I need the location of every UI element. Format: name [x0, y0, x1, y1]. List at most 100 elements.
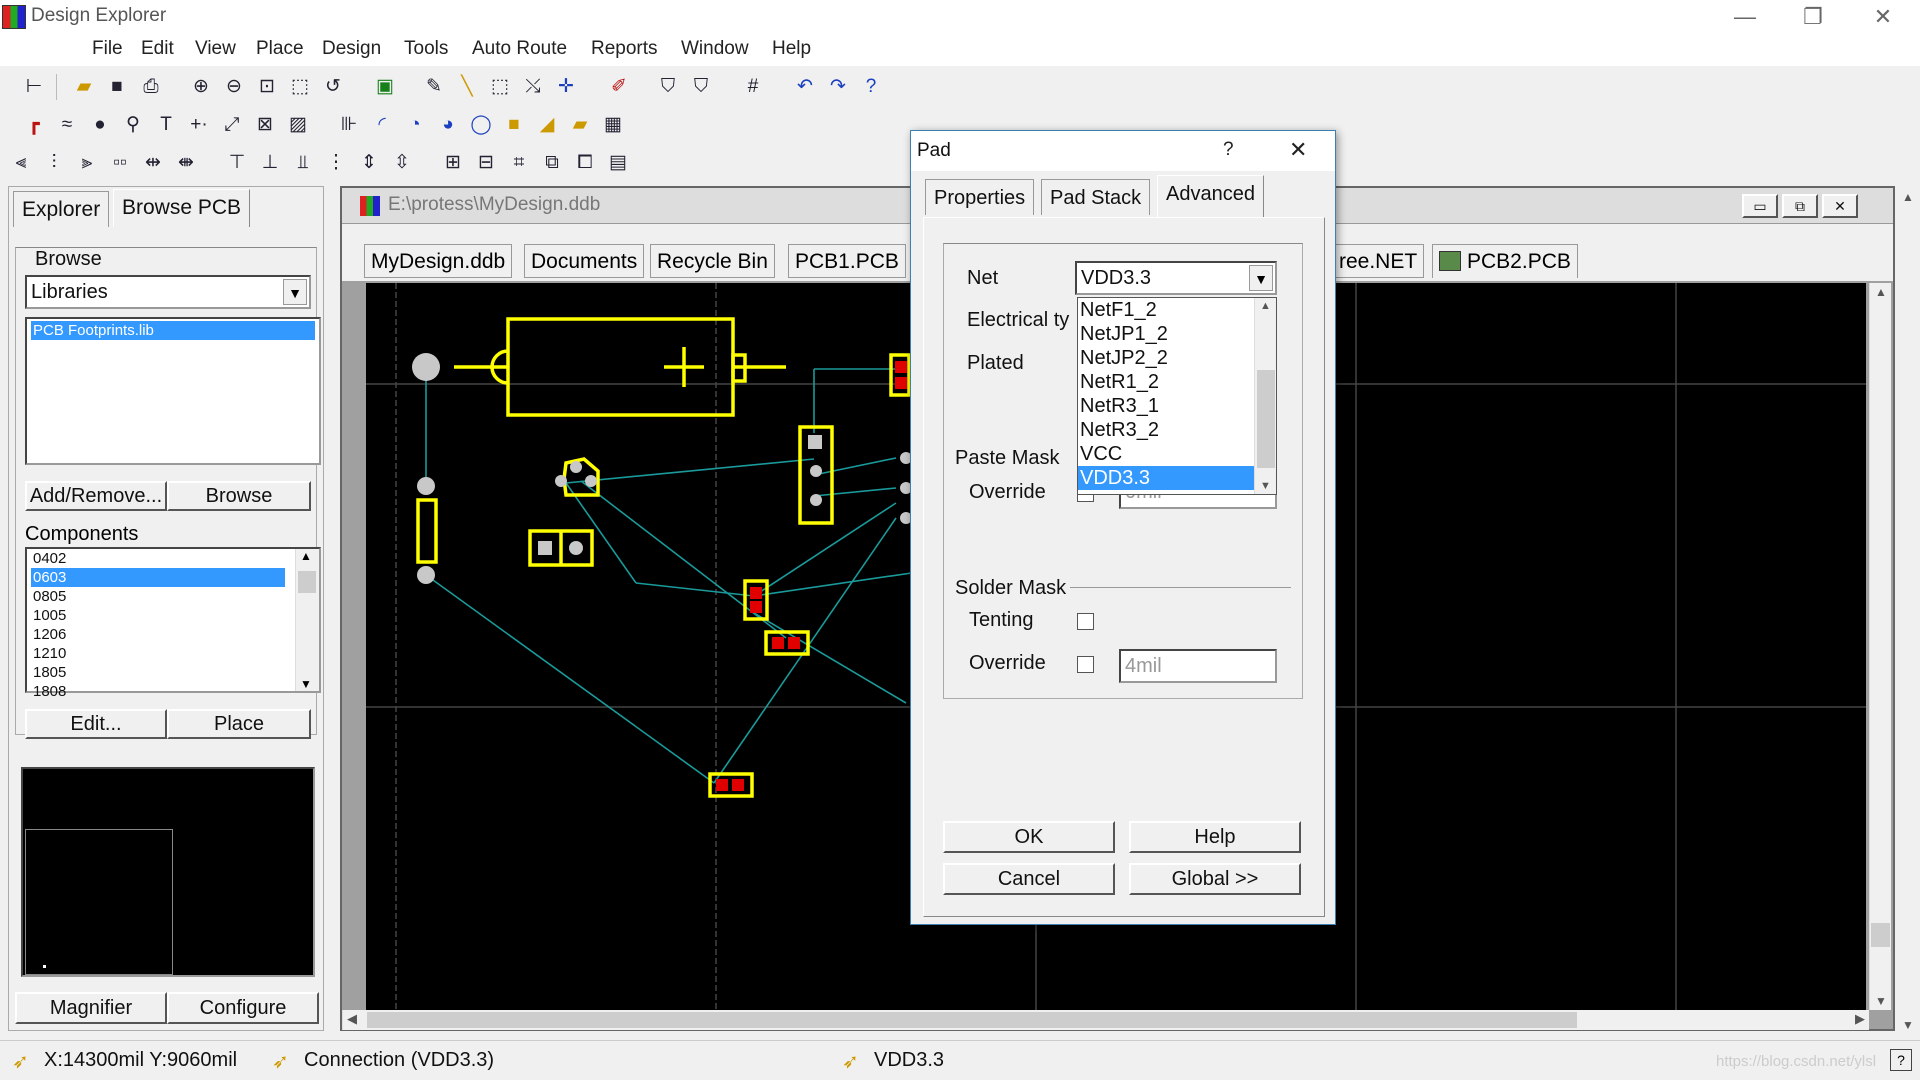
align-bottom-icon[interactable]: ⫫ [290, 150, 316, 176]
list-item[interactable]: NetR3_2 [1080, 418, 1159, 442]
fill-icon[interactable]: ▨ [285, 112, 311, 138]
circle-icon[interactable]: ◯ [468, 112, 494, 138]
menu-tools[interactable]: Tools [404, 38, 448, 60]
magnifier-button[interactable]: Magnifier [15, 992, 167, 1024]
list-item[interactable]: 0805 [31, 587, 287, 606]
zoom-area-icon[interactable]: ⬚ [287, 74, 313, 100]
list-item[interactable]: NetR1_2 [1080, 370, 1159, 394]
cancel-button[interactable]: Cancel [943, 863, 1115, 895]
group-icon[interactable]: ⧉ [539, 150, 565, 176]
tree-icon[interactable]: ⊢ [21, 74, 47, 100]
browse-select[interactable]: Libraries ▼ [25, 275, 311, 309]
close-button[interactable]: ✕ [1848, 0, 1918, 34]
tenting-checkbox[interactable] [1077, 613, 1094, 630]
scroll-down-icon[interactable]: ▼ [1875, 994, 1887, 1008]
menu-view[interactable]: View [195, 38, 236, 60]
split-plane-icon[interactable]: ▰ [567, 112, 593, 138]
list-item[interactable]: NetR3_1 [1080, 394, 1159, 418]
zoom-in-icon[interactable]: ⊕ [188, 74, 214, 100]
ok-button[interactable]: OK [943, 821, 1115, 853]
scroll-thumb[interactable] [1257, 370, 1275, 468]
solder-override-checkbox[interactable] [1077, 656, 1094, 673]
move-grid-icon[interactable]: ⌗ [506, 150, 532, 176]
scroll-right-icon[interactable]: ▶ [1855, 1011, 1865, 1027]
scroll-up-icon[interactable]: ▲ [1875, 285, 1887, 299]
arrange-rect-icon[interactable]: ⊟ [473, 150, 499, 176]
configure-button[interactable]: Configure [167, 992, 319, 1024]
track-icon[interactable]: ┏ [21, 112, 47, 138]
arc-edge-icon[interactable]: ◔ [402, 112, 428, 138]
doc-restore-button[interactable]: ⧉ [1782, 194, 1818, 218]
fill-rect-icon[interactable]: ■ [501, 112, 527, 138]
distribute-h-icon[interactable]: ▫▫ [107, 150, 133, 176]
tab-documents[interactable]: Documents [524, 244, 645, 278]
grid-icon[interactable]: # [740, 74, 766, 100]
cross-probe-icon[interactable]: ✎ [421, 74, 447, 100]
scroll-up-icon[interactable]: ▲ [300, 549, 312, 563]
tab-pcb1[interactable]: PCB1.PCB [788, 244, 906, 278]
scroll-down-icon[interactable]: ▼ [300, 677, 312, 691]
menu-design[interactable]: Design [322, 38, 381, 60]
list-item[interactable]: NetJP1_2 [1080, 322, 1168, 346]
menu-edit[interactable]: Edit [141, 38, 174, 60]
list-item[interactable]: NetF1_2 [1080, 298, 1157, 322]
menu-auto-route[interactable]: Auto Route [472, 38, 567, 60]
scroll-thumb[interactable] [1871, 923, 1890, 947]
list-item[interactable]: 1808 [31, 682, 287, 701]
dimension-icon[interactable]: ⤢ [219, 112, 245, 138]
list-item[interactable]: 1210 [31, 644, 287, 663]
select-area-icon[interactable]: ⬚ [487, 74, 513, 100]
menu-window[interactable]: Window [681, 38, 749, 60]
dialog-close-button[interactable]: ✕ [1289, 137, 1307, 163]
dialog-help-button[interactable]: ? [1223, 139, 1234, 161]
status-help-icon[interactable]: ? [1890, 1049, 1912, 1071]
help-button[interactable]: Help [1129, 821, 1301, 853]
menu-file[interactable]: File [92, 38, 123, 60]
undo-icon[interactable]: ↶ [792, 74, 818, 100]
vspacing-inc-icon[interactable]: ⇕ [356, 150, 382, 176]
edit-button[interactable]: Edit... [25, 709, 167, 739]
ungroup-icon[interactable]: ⧠ [572, 150, 598, 176]
list-item[interactable]: PCB Footprints.lib [31, 321, 315, 340]
zoom-fit-icon[interactable]: ⊡ [254, 74, 280, 100]
tab-tree-net[interactable]: ree.NET [1332, 244, 1425, 278]
arc-center-icon[interactable]: ◜ [369, 112, 395, 138]
pcb-vertical-scrollbar[interactable]: ▲ ▼ [1869, 283, 1891, 1010]
list-item[interactable]: 1206 [31, 625, 287, 644]
tab-pad-stack[interactable]: Pad Stack [1041, 179, 1151, 215]
deselect-icon[interactable]: ⤯ [520, 74, 546, 100]
spacing-inc-icon[interactable]: ⇹ [140, 150, 166, 176]
net-dropdown-list[interactable]: NetF1_2 NetJP1_2 NetJP2_2 NetR1_2 NetR3_… [1077, 297, 1277, 495]
scroll-down-icon[interactable]: ▼ [1902, 1018, 1914, 1032]
tab-recycle-bin[interactable]: Recycle Bin [650, 244, 775, 278]
zoom-out-icon[interactable]: ⊖ [221, 74, 247, 100]
tab-advanced[interactable]: Advanced [1157, 175, 1264, 217]
coordinate-icon[interactable]: +· [186, 112, 212, 138]
text-icon[interactable]: T [153, 112, 179, 138]
scroll-thumb[interactable] [298, 571, 316, 593]
via-icon[interactable]: ⚲ [120, 112, 146, 138]
board-icon[interactable]: ▣ [372, 74, 398, 100]
line-icon[interactable]: ≈ [54, 112, 80, 138]
list-item[interactable]: 1005 [31, 606, 287, 625]
components-scrollbar[interactable]: ▲ ▼ [295, 549, 319, 691]
outer-scrollbar[interactable]: ▲ ▼ [1896, 186, 1920, 1036]
align-left-icon[interactable]: ⫷ [8, 150, 34, 176]
tab-browse-pcb[interactable]: Browse PCB [113, 189, 251, 227]
minimize-button[interactable]: — [1710, 0, 1780, 34]
library-icon[interactable]: ⛉ [655, 74, 681, 100]
list-item[interactable]: NetJP2_2 [1080, 346, 1168, 370]
array-icon[interactable]: ▦ [600, 112, 626, 138]
scroll-up-icon[interactable]: ▲ [1260, 300, 1271, 312]
list-item[interactable]: VCC [1080, 442, 1122, 466]
distribute-v-icon[interactable]: ⋮ [323, 150, 349, 176]
arrange-room-icon[interactable]: ⊞ [440, 150, 466, 176]
global-button[interactable]: Global >> [1129, 863, 1301, 895]
polygon-icon[interactable]: ◢ [534, 112, 560, 138]
zoom-last-icon[interactable]: ↺ [320, 74, 346, 100]
pad-icon[interactable]: ● [87, 112, 113, 138]
scroll-down-icon[interactable]: ▼ [1260, 480, 1271, 492]
solder-override-input[interactable]: 4mil [1119, 649, 1277, 683]
open-folder-icon[interactable]: ▰ [71, 74, 97, 100]
align-right-icon[interactable]: ⫸ [74, 150, 100, 176]
